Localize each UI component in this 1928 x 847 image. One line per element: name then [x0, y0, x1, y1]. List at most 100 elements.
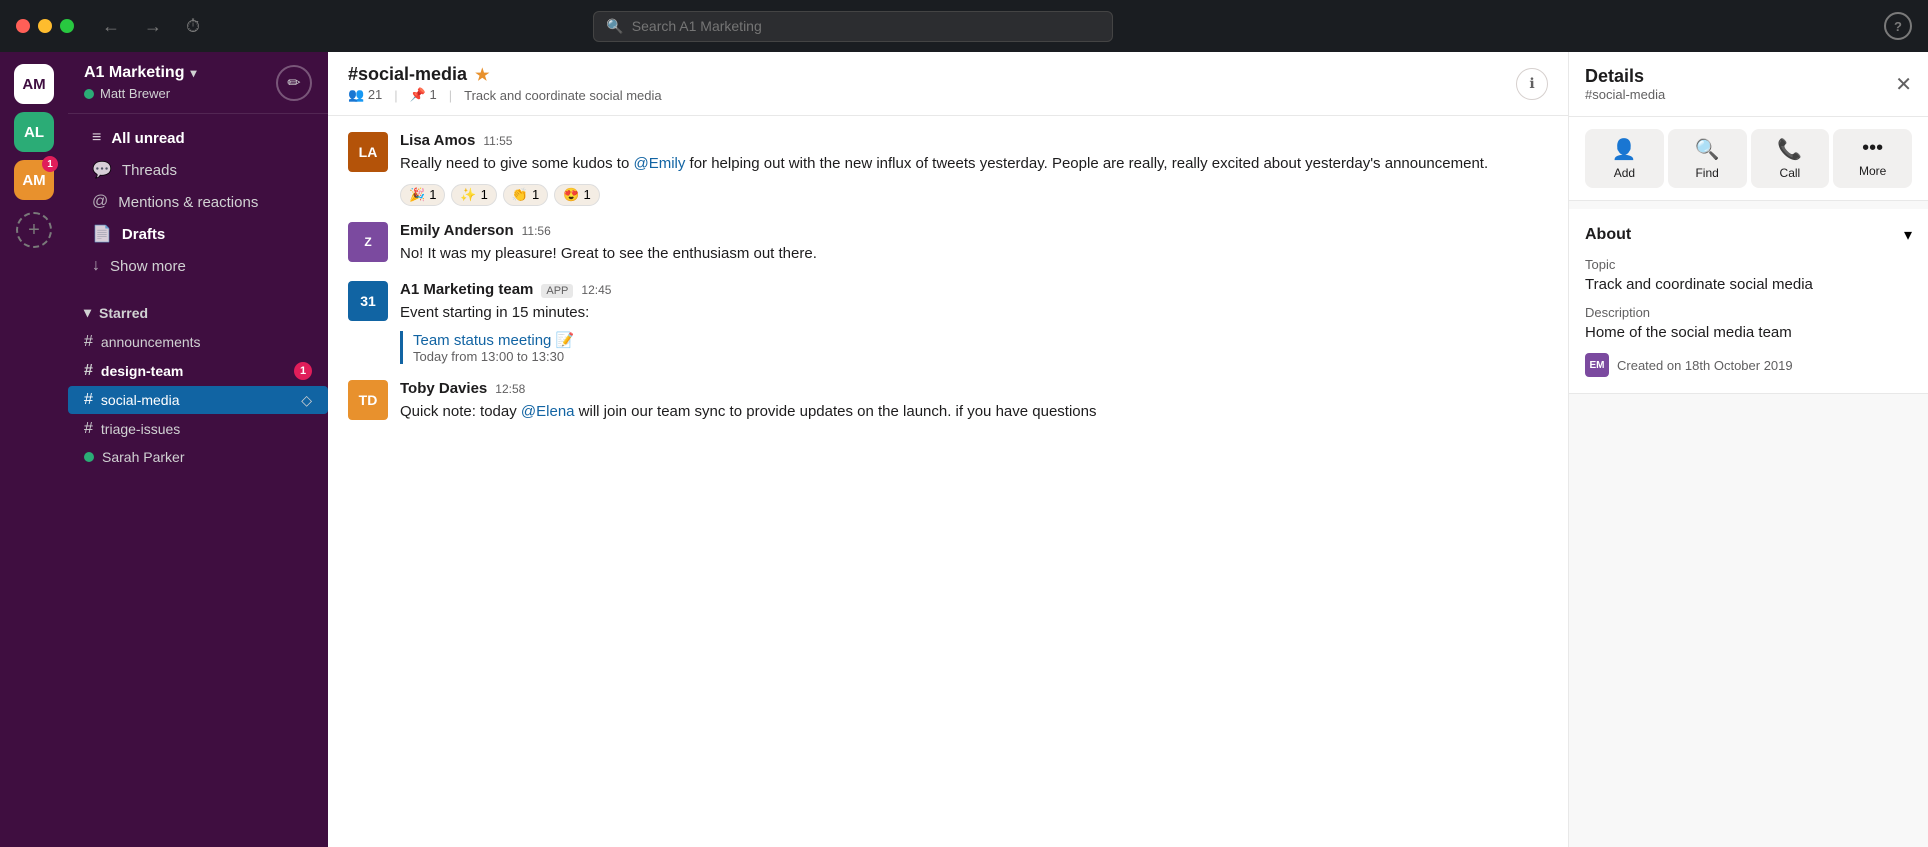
add-member-icon: 👤 [1612, 137, 1637, 162]
member-count: 👥 21 [348, 87, 382, 103]
channel-item-social-media[interactable]: # social-media ◇ [68, 386, 328, 414]
back-button[interactable]: ← [94, 12, 128, 41]
description-label: Description [1585, 305, 1912, 320]
message-content: Toby Davies 12:58 Quick note: today @Ele… [400, 380, 1548, 424]
more-button[interactable]: ••• More [1833, 129, 1912, 188]
close-window-button[interactable] [16, 19, 30, 33]
reactions-list: 🎉 1 ✨ 1 👏 1 😍 1 [400, 184, 1548, 206]
mention-emily: @Emily [633, 155, 685, 172]
description-value: Home of the social media team [1585, 324, 1912, 341]
info-button[interactable]: ℹ [1516, 68, 1548, 100]
reaction-item[interactable]: 👏 1 [503, 184, 548, 206]
add-workspace-button[interactable]: + [16, 212, 52, 248]
messages-list: LA Lisa Amos 11:55 Really need to give s… [328, 116, 1568, 847]
app-body: AM AL AM 1 + A1 Marketing ▾ Matt Brewer … [0, 0, 1928, 847]
message-author: Lisa Amos [400, 132, 475, 149]
minimize-window-button[interactable] [38, 19, 52, 33]
channel-item-triage-issues[interactable]: # triage-issues [68, 415, 328, 443]
sidebar-nav: ≡ All unread 💬 Threads @ Mentions & reac… [68, 114, 328, 290]
created-by: EM Created on 18th October 2019 [1585, 353, 1912, 377]
topic-field: Topic Track and coordinate social media [1585, 257, 1912, 293]
starred-section: ▾ Starred # announcements # design-team … [68, 290, 328, 478]
mentions-icon: @ [92, 193, 108, 211]
message-author: Toby Davies [400, 380, 487, 397]
call-button[interactable]: 📞 Call [1751, 129, 1830, 188]
workspace-icon-al[interactable]: AL [14, 112, 54, 152]
message-time: 12:58 [495, 382, 525, 396]
traffic-lights [16, 19, 74, 33]
about-section-header[interactable]: About ▾ [1585, 225, 1912, 245]
message-time: 11:55 [483, 134, 512, 148]
reaction-item[interactable]: ✨ 1 [451, 184, 496, 206]
reaction-item[interactable]: 🎉 1 [400, 184, 445, 206]
compose-button[interactable]: ✏ [276, 65, 312, 101]
show-more-icon: ↓ [92, 257, 100, 275]
channel-name-header: #social-media ★ [348, 64, 1504, 85]
call-label: Call [1780, 166, 1801, 180]
channel-item-announcements[interactable]: # announcements [68, 328, 328, 356]
dm-item-sarah-parker[interactable]: Sarah Parker [68, 444, 328, 470]
message-text: No! It was my pleasure! Great to see the… [400, 243, 1548, 266]
details-actions: 👤 Add 🔍 Find 📞 Call ••• More [1569, 117, 1928, 201]
message-time: 11:56 [522, 224, 551, 238]
workspace-name[interactable]: A1 Marketing ▾ [84, 64, 197, 82]
user-status: Matt Brewer [84, 86, 197, 101]
description-field: Description Home of the social media tea… [1585, 305, 1912, 341]
sidebar-item-mentions[interactable]: @ Mentions & reactions [76, 187, 320, 217]
find-button[interactable]: 🔍 Find [1668, 129, 1747, 188]
avatar: TD [348, 380, 388, 420]
workspace-badge: 1 [42, 156, 58, 172]
topic-value: Track and coordinate social media [1585, 276, 1912, 293]
close-details-button[interactable]: ✕ [1895, 72, 1912, 97]
help-button[interactable]: ? [1884, 12, 1912, 40]
more-icon: ••• [1862, 137, 1883, 160]
event-time: Today from 13:00 to 13:30 [413, 349, 1548, 364]
search-bar[interactable]: 🔍 [593, 11, 1113, 42]
maximize-window-button[interactable] [60, 19, 74, 33]
channel-meta: 👥 21 | 📌 1 | Track and coordinate social… [348, 87, 1504, 103]
history-button[interactable]: ⏱ [178, 12, 208, 41]
add-member-button[interactable]: 👤 Add [1585, 129, 1664, 188]
sidebar-item-show-more[interactable]: ↓ Show more [76, 251, 320, 281]
reaction-item[interactable]: 😍 1 [554, 184, 599, 206]
message-text: Event starting in 15 minutes: [400, 302, 1548, 325]
app-badge: APP [541, 284, 573, 298]
starred-section-header[interactable]: ▾ Starred [68, 298, 328, 327]
table-row: TD Toby Davies 12:58 Quick note: today @… [348, 380, 1548, 424]
sidebar-item-threads[interactable]: 💬 Threads [76, 154, 320, 186]
event-link[interactable]: Team status meeting 📝 [413, 331, 1548, 349]
sidebar-item-all-unread[interactable]: ≡ All unread [76, 123, 320, 153]
threads-icon: 💬 [92, 160, 112, 180]
details-header: Details #social-media ✕ [1569, 52, 1928, 117]
mention-elena: @Elena [521, 403, 575, 420]
drafts-icon: 📄 [92, 224, 112, 244]
chat-area: #social-media ★ 👥 21 | 📌 1 | Track and c… [328, 52, 1568, 847]
status-dot-icon [84, 89, 94, 99]
workspace-icon-am[interactable]: AM [14, 64, 54, 104]
message-author: A1 Marketing team [400, 281, 533, 298]
forward-button[interactable]: → [136, 12, 170, 41]
call-icon: 📞 [1777, 137, 1802, 162]
all-unread-icon: ≡ [92, 129, 101, 147]
about-title: About [1585, 226, 1631, 244]
message-text: Really need to give some kudos to @Emily… [400, 153, 1548, 176]
online-dot-icon [84, 452, 94, 462]
chat-header: #social-media ★ 👥 21 | 📌 1 | Track and c… [328, 52, 1568, 116]
channel-item-design-team[interactable]: # design-team 1 [68, 357, 328, 385]
sidebar-item-drafts[interactable]: 📄 Drafts [76, 218, 320, 250]
details-title: Details [1585, 66, 1665, 87]
table-row: 31 A1 Marketing team APP 12:45 Event sta… [348, 281, 1548, 364]
message-content: Emily Anderson 11:56 No! It was my pleas… [400, 222, 1548, 266]
creator-avatar: EM [1585, 353, 1609, 377]
star-icon[interactable]: ★ [475, 65, 489, 85]
avatar: LA [348, 132, 388, 172]
created-text: Created on 18th October 2019 [1617, 358, 1793, 373]
search-input[interactable] [632, 18, 1101, 34]
nav-buttons: ← → ⏱ [94, 12, 208, 41]
message-time: 12:45 [581, 283, 611, 297]
workspace-chevron-icon: ▾ [190, 66, 196, 80]
avatar: 31 [348, 281, 388, 321]
table-row: LA Lisa Amos 11:55 Really need to give s… [348, 132, 1548, 206]
sidebar: A1 Marketing ▾ Matt Brewer ✏ ≡ All unrea… [68, 52, 328, 847]
message-author: Emily Anderson [400, 222, 514, 239]
